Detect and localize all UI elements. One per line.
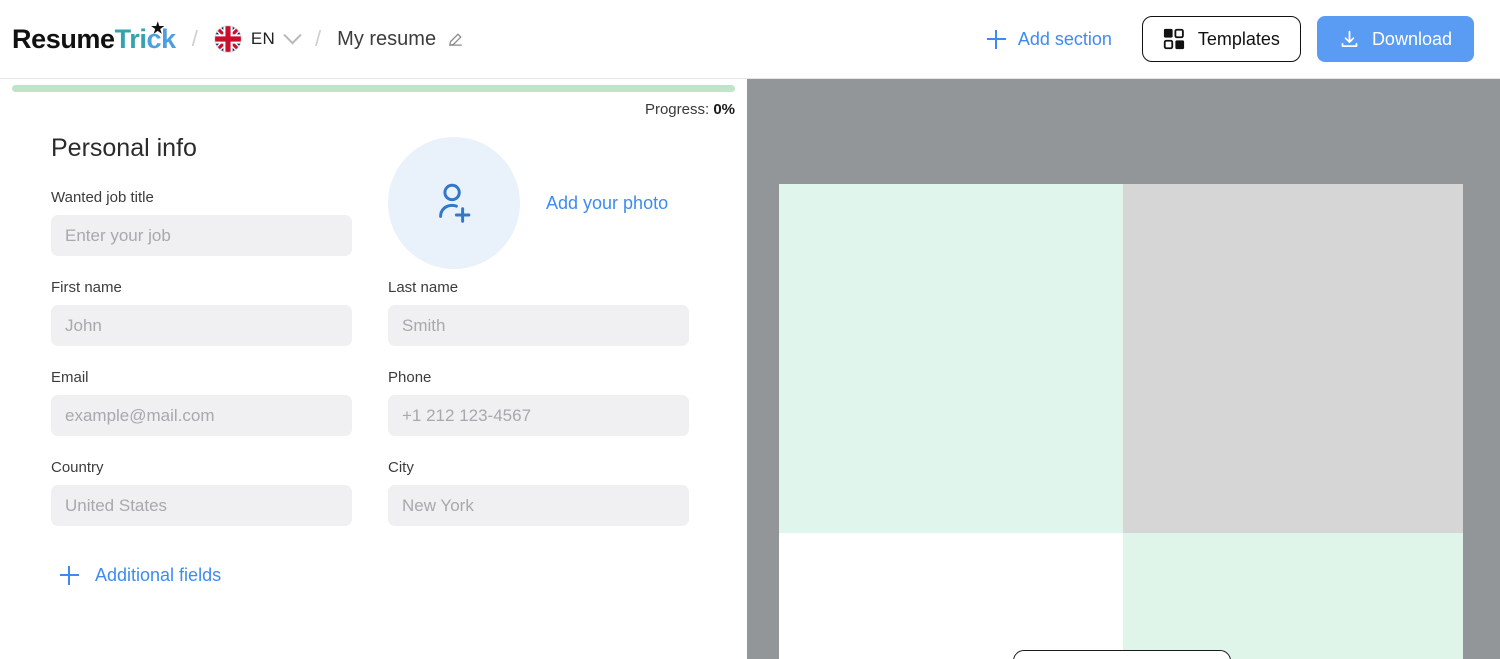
download-icon	[1339, 29, 1360, 50]
phone-input[interactable]	[388, 395, 689, 436]
download-button[interactable]: Download	[1316, 16, 1474, 62]
progress-label-prefix: Progress:	[644, 101, 714, 118]
additional-fields-label: Additional fields	[95, 565, 222, 585]
preview-block-bottom-left	[779, 533, 1123, 659]
app-logo[interactable]: ResumeTrick ★	[12, 19, 176, 55]
add-person-icon	[431, 180, 477, 226]
resume-document-preview[interactable]	[779, 184, 1463, 659]
resume-preview-pane[interactable]	[747, 79, 1500, 659]
uk-flag-icon	[214, 25, 242, 53]
preview-block-bottom-right	[1123, 533, 1463, 659]
job-title-input[interactable]	[51, 215, 352, 256]
field-city: City	[388, 459, 689, 526]
contact-row: Email Phone	[51, 369, 696, 459]
field-label-first-name: First name	[51, 279, 122, 296]
avatar[interactable]	[388, 137, 520, 269]
download-label: Download	[1371, 28, 1452, 49]
templates-button[interactable]: Templates	[1141, 16, 1301, 62]
name-row: First name Last name	[51, 279, 696, 369]
additional-fields-button[interactable]: Additional fields	[60, 565, 696, 586]
chevron-down-icon[interactable]	[283, 25, 302, 44]
preview-block-top-right	[1123, 184, 1463, 533]
logo-text-resume: Resume	[12, 23, 115, 54]
last-name-input[interactable]	[388, 305, 689, 346]
add-section-button[interactable]: Add section	[986, 28, 1112, 50]
plus-icon	[60, 566, 79, 585]
progress-value: 0%	[713, 101, 735, 118]
preview-action-button[interactable]	[1013, 650, 1231, 659]
first-name-input[interactable]	[51, 305, 352, 346]
country-input[interactable]	[51, 485, 352, 526]
grid-layout-icon	[1163, 28, 1185, 50]
field-label-last-name: Last name	[388, 279, 459, 296]
field-label-email: Email	[51, 369, 89, 386]
field-last-name: Last name	[388, 279, 689, 346]
language-code: EN	[250, 29, 276, 48]
logo-text-tri: Tri	[114, 23, 147, 54]
add-section-label: Add section	[1017, 28, 1112, 49]
field-label-country: Country	[51, 459, 104, 476]
editor-pane: Progress: 0% Personal info Wanted job ti…	[0, 79, 747, 659]
star-icon: ★	[151, 19, 165, 37]
field-email: Email	[51, 369, 352, 436]
progress-track	[12, 85, 735, 92]
header-separator-1: /	[191, 26, 198, 51]
field-phone: Phone	[388, 369, 689, 436]
add-photo-link[interactable]: Add your photo	[546, 193, 668, 214]
templates-label: Templates	[1197, 28, 1280, 49]
progress-label: Progress: 0%	[0, 92, 747, 118]
photo-upload-group: Add your photo	[388, 137, 668, 269]
field-country: Country	[51, 459, 352, 526]
field-label-phone: Phone	[388, 369, 432, 386]
location-row: Country City	[51, 459, 696, 549]
document-title-group[interactable]: My resume	[337, 28, 464, 51]
header-separator-2: /	[315, 26, 322, 51]
language-selector[interactable]: EN	[214, 25, 302, 53]
preview-block-top-left	[779, 184, 1123, 533]
field-label-city: City	[388, 459, 414, 476]
document-title: My resume	[337, 27, 437, 50]
city-input[interactable]	[388, 485, 689, 526]
progress-bar	[0, 85, 747, 92]
app-header: ResumeTrick ★ / EN / My resume Add secti…	[0, 0, 1500, 79]
plus-icon	[986, 29, 1006, 49]
email-input[interactable]	[51, 395, 352, 436]
pencil-icon[interactable]	[447, 31, 464, 48]
field-first-name: First name	[51, 279, 352, 346]
